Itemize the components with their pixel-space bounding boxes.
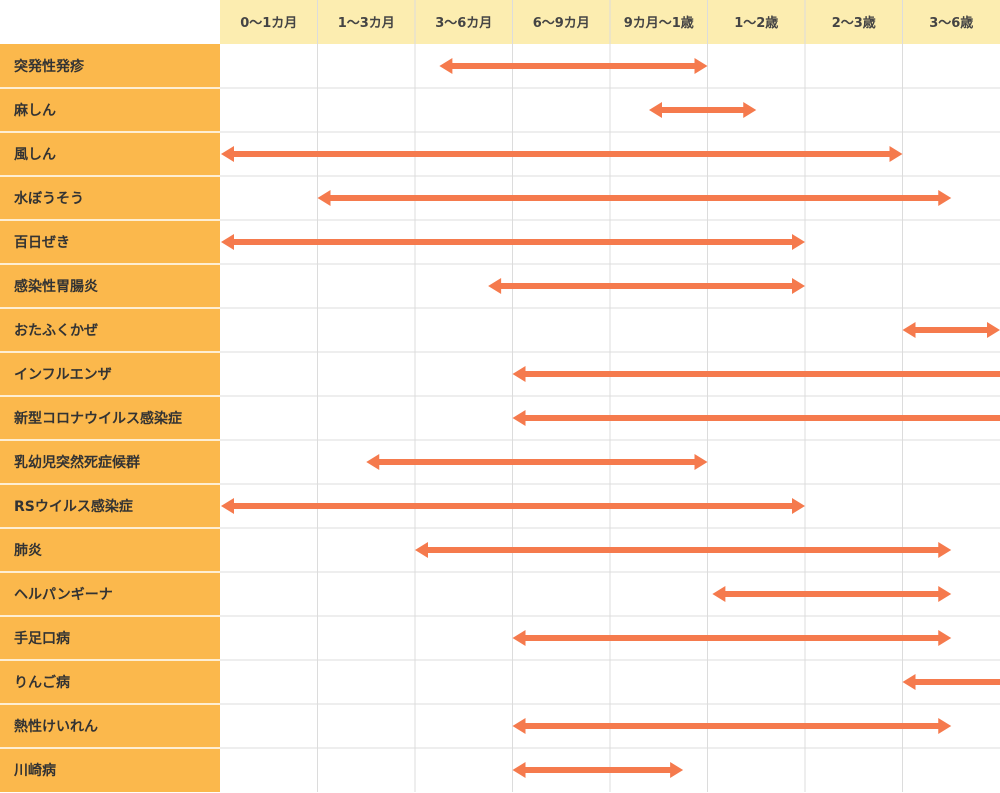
arrow-shaft	[914, 679, 1000, 685]
row-label: 百日ぜき	[14, 235, 70, 251]
arrow-shaft	[661, 107, 745, 113]
arrow-head-left	[902, 322, 916, 338]
column-header: 6〜9カ月	[533, 16, 590, 31]
arrow-head-left	[649, 102, 662, 118]
column-header: 1〜2歳	[734, 15, 778, 31]
arrow-shaft	[914, 327, 988, 333]
arrow-head-left	[366, 454, 380, 470]
column-header: 3〜6歳	[929, 15, 973, 31]
row-label: 新型コロナウイルス感染症	[14, 410, 182, 427]
arrow-head-right	[792, 278, 805, 294]
arrow-head-right	[694, 454, 708, 470]
arrow-shaft	[524, 723, 940, 729]
arrow-head-right	[938, 542, 952, 558]
column-header: 3〜6カ月	[435, 16, 492, 31]
arrow-head-right	[987, 322, 1000, 338]
age-range-arrow	[317, 190, 952, 206]
arrow-head-right	[938, 718, 952, 734]
arrow-shaft	[329, 195, 940, 201]
age-disease-chart: 突発性発疹麻しん風しん水ぼうそう百日ぜき感染性胃腸炎おたふくかぜインフルエンザ新…	[0, 0, 1000, 792]
row-label: 手足口病	[14, 630, 70, 647]
age-range-arrow	[902, 674, 1000, 690]
arrow-head-right	[743, 102, 757, 118]
arrow-shaft	[233, 151, 891, 157]
arrow-head-left	[512, 630, 526, 646]
arrow-shaft	[524, 415, 1000, 421]
column-header: 2〜3歳	[832, 15, 876, 31]
arrow-head-left	[512, 718, 526, 734]
arrow-shaft	[378, 459, 696, 465]
arrow-head-left	[512, 366, 526, 382]
age-range-arrow	[902, 322, 1000, 338]
arrow-shaft	[500, 283, 793, 289]
row-label: インフルエンザ	[14, 367, 112, 383]
row-label: 風しん	[14, 147, 56, 163]
age-range-arrow	[512, 630, 952, 646]
arrow-head-right	[792, 498, 805, 514]
arrow-shaft	[451, 63, 696, 69]
age-range-arrow	[488, 278, 805, 294]
column-header: 9カ月〜1歳	[624, 15, 694, 31]
age-range-arrow	[439, 58, 708, 74]
arrow-head-left	[512, 762, 526, 778]
arrow-head-right	[792, 234, 805, 250]
arrow-head-left	[902, 674, 916, 690]
arrow-head-right	[938, 586, 952, 602]
arrow-head-left	[488, 278, 502, 294]
row-label: 川崎病	[13, 762, 56, 779]
age-range-arrow	[512, 410, 1000, 426]
row-label: 感染性胃腸炎	[14, 278, 98, 295]
arrow-head-left	[439, 58, 453, 74]
arrow-head-right	[889, 146, 903, 162]
row-label: 熱性けいれん	[14, 718, 98, 735]
row-label: 麻しん	[13, 102, 56, 119]
row-label: 突発性発疹	[14, 58, 85, 75]
arrow-shaft	[524, 635, 940, 641]
arrow-shaft	[427, 547, 940, 553]
row-label: ヘルパンギーナ	[14, 586, 113, 603]
arrow-head-left	[512, 410, 526, 426]
age-range-arrow	[512, 718, 952, 734]
row-label: りんご病	[14, 674, 70, 691]
row-label: RSウイルス感染症	[14, 498, 133, 515]
row-label: 肺炎	[14, 543, 42, 559]
arrow-head-left	[221, 234, 234, 250]
arrow-head-right	[694, 58, 708, 74]
arrow-shaft	[524, 371, 1000, 377]
arrow-shaft	[724, 591, 940, 597]
arrow-shaft	[524, 767, 672, 773]
row-labels: 突発性発疹麻しん風しん水ぼうそう百日ぜき感染性胃腸炎おたふくかぜインフルエンザ新…	[0, 44, 220, 792]
arrow-shaft	[233, 503, 793, 509]
age-range-arrow	[649, 102, 757, 118]
arrow-head-right	[938, 630, 952, 646]
arrow-head-left	[221, 498, 234, 514]
arrow-head-left	[415, 542, 428, 558]
grid-lines	[220, 0, 1000, 792]
age-range-arrow	[221, 146, 903, 162]
column-header: 0〜1カ月	[240, 16, 297, 31]
row-label: 乳幼児突然死症候群	[14, 454, 140, 471]
row-label: 水ぼうそう	[14, 190, 84, 207]
arrow-head-left	[221, 146, 234, 162]
row-label: おたふくかぜ	[14, 323, 98, 339]
age-range-arrow	[512, 366, 1000, 382]
arrow-head-right	[938, 190, 952, 206]
arrow-shaft	[233, 239, 793, 245]
age-range-arrow	[712, 586, 952, 602]
arrow-head-right	[670, 762, 684, 778]
age-range-arrow	[512, 762, 684, 778]
column-header: 1〜3カ月	[338, 16, 395, 31]
arrow-head-left	[317, 190, 331, 206]
arrow-head-left	[712, 586, 726, 602]
age-range-arrow	[366, 454, 708, 470]
age-range-arrow	[415, 542, 952, 558]
